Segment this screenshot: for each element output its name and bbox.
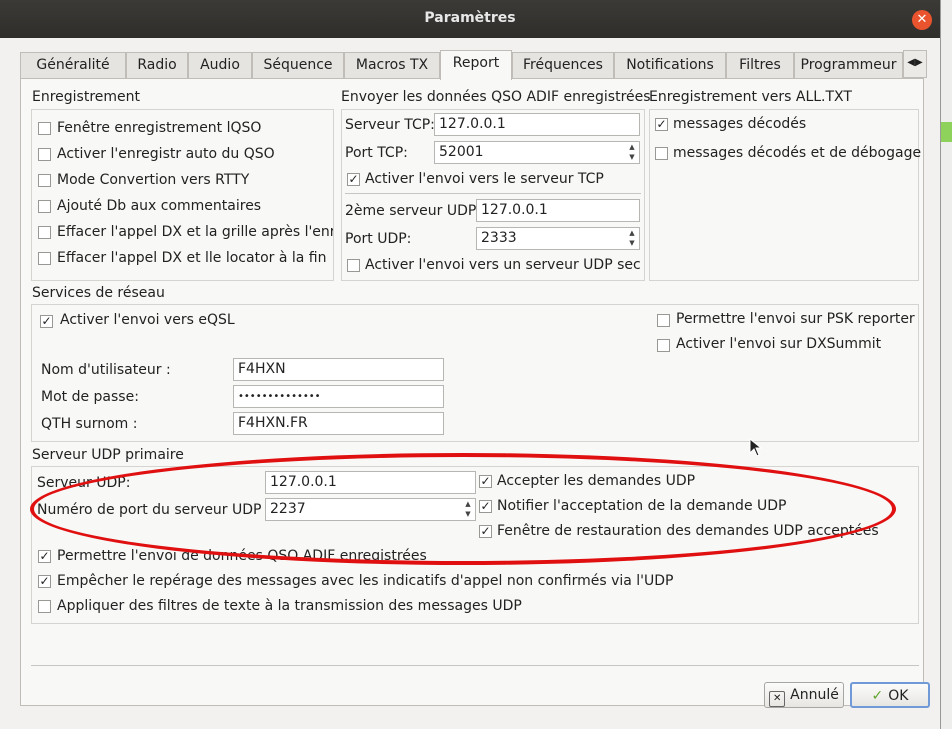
restore-udp-label: Fenêtre de restauration des demandes UDP… <box>497 523 879 539</box>
tcp-port-spin-icon[interactable]: ▲ ▼ <box>625 142 639 163</box>
tab-scroll-arrows[interactable]: ◀▶ <box>903 50 927 78</box>
udp-port-input[interactable]: 2333 ▲ ▼ <box>476 227 640 250</box>
eqsl-checkbox[interactable]: ✓ <box>40 315 53 328</box>
text-filters-checkbox[interactable] <box>38 600 51 613</box>
logging-checkbox-0[interactable] <box>38 122 51 135</box>
udp-enable-label: Activer l'envoi vers un serveur UDP seco… <box>365 257 641 273</box>
tab-generalites[interactable]: Généralité <box>20 52 126 78</box>
alltxt-checkbox-1[interactable] <box>655 147 668 160</box>
logging-checkbox-3[interactable] <box>38 200 51 213</box>
udp2-input[interactable]: 127.0.0.1 <box>476 199 640 222</box>
bottom-separator <box>31 665 919 666</box>
tcp-server-label: Serveur TCP: <box>345 117 435 133</box>
udp2-label: 2ème serveur UDP <box>345 203 477 219</box>
tab-frequences[interactable]: Fréquences <box>512 52 614 78</box>
logging-label-4: Effacer l'appel DX et la grille après l'… <box>57 224 333 240</box>
dxsummit-label: Activer l'envoi sur DXSummit <box>676 336 882 352</box>
alltxt-label-0: messages décodés <box>673 116 807 132</box>
tab-sequence[interactable]: Séquence <box>252 52 344 78</box>
udp-enable-checkbox[interactable] <box>347 259 360 272</box>
udp-primary-group-title: Serveur UDP primaire <box>32 447 184 463</box>
udp-server-port-input[interactable]: 2237 ▲ ▼ <box>265 498 476 521</box>
alltxt-checkbox-0[interactable]: ✓ <box>655 118 668 131</box>
ok-button[interactable]: ✓ OK <box>850 682 930 708</box>
password-label: Mot de passe: <box>41 389 139 405</box>
cancel-button[interactable]: ✕ Annulé <box>764 682 844 708</box>
password-input[interactable]: •••••••••••••• <box>233 385 444 408</box>
tab-bar: Généralité Radio Audio Séquence Macros T… <box>20 50 920 80</box>
udp-server-label: Serveur UDP: <box>37 475 131 491</box>
logging-checkbox-4[interactable] <box>38 226 51 239</box>
adif-group-title: Envoyer les données QSO ADIF enregistrée… <box>341 89 651 105</box>
restore-udp-checkbox[interactable]: ✓ <box>479 525 492 538</box>
notify-udp-checkbox[interactable]: ✓ <box>479 500 492 513</box>
tcp-server-input[interactable]: 127.0.0.1 <box>434 113 640 136</box>
tab-macros-tx[interactable]: Macros TX <box>344 52 440 78</box>
tab-audio[interactable]: Audio <box>188 52 252 78</box>
psk-checkbox[interactable] <box>657 314 670 327</box>
tcp-port-input[interactable]: 52001 ▲ ▼ <box>434 141 640 164</box>
tab-report[interactable]: Report <box>440 50 512 80</box>
accept-udp-label: Accepter les demandes UDP <box>497 473 696 489</box>
udp-port-spin-icon[interactable]: ▲ ▼ <box>625 228 639 249</box>
cancel-label: Annulé <box>790 687 839 703</box>
udp-server-port-value: 2237 <box>270 501 306 517</box>
udp-port-value: 2333 <box>481 230 517 246</box>
tcp-enable-checkbox[interactable]: ✓ <box>347 173 360 186</box>
settings-dialog: Paramètres ✕ Généralité Radio Audio Séqu… <box>0 0 941 729</box>
udp-server-port-label: Numéro de port du serveur UDP : <box>37 502 271 518</box>
udp-port-label: Port UDP: <box>345 231 412 247</box>
window-title: Paramètres <box>424 10 516 26</box>
logging-checkbox-5[interactable] <box>38 252 51 265</box>
logging-label-0: Fenêtre enregistrement lQSO <box>57 120 262 136</box>
qth-input[interactable]: F4HXN.FR <box>233 412 444 435</box>
username-label: Nom d'utilisateur : <box>41 362 171 378</box>
text-filters-label: Appliquer des filtres de texte à la tran… <box>57 598 522 614</box>
tab-notifications[interactable]: Notifications <box>614 52 726 78</box>
logging-group-title: Enregistrement <box>32 89 141 105</box>
logging-label-5: Effacer l'appel DX et lle locator à la f… <box>57 250 327 266</box>
logging-label-3: Ajouté Db aux commentaires <box>57 198 262 214</box>
mouse-cursor-icon <box>749 438 763 457</box>
logging-label-2: Mode Convertion vers RTTY <box>57 172 250 188</box>
alltxt-group <box>649 109 919 281</box>
network-group-title: Services de réseau <box>32 285 165 301</box>
udp-server-port-spin-icon[interactable]: ▲ ▼ <box>461 499 475 520</box>
close-icon[interactable]: ✕ <box>912 10 932 30</box>
logging-checkbox-2[interactable] <box>38 174 51 187</box>
notify-udp-label: Notifier l'acceptation de la demande UDP <box>497 498 787 514</box>
dxsummit-checkbox[interactable] <box>657 339 670 352</box>
accept-udp-checkbox[interactable]: ✓ <box>479 475 492 488</box>
udp-adif-label: Permettre l'envoi de données QSO ADIF en… <box>57 548 427 564</box>
logging-checkbox-1[interactable] <box>38 148 51 161</box>
adif-separator <box>345 193 641 194</box>
cancel-icon: ✕ <box>769 691 786 707</box>
eqsl-label: Activer l'envoi vers eQSL <box>60 312 235 328</box>
prevent-spotting-label: Empêcher le repérage des messages avec l… <box>57 573 674 589</box>
username-input[interactable]: F4HXN <box>233 358 444 381</box>
tab-filtres[interactable]: Filtres <box>726 52 794 78</box>
ok-label: OK <box>888 688 909 704</box>
title-bar[interactable]: Paramètres ✕ <box>0 0 940 38</box>
tcp-port-value: 52001 <box>439 144 484 160</box>
psk-label: Permettre l'envoi sur PSK reporter <box>676 311 915 327</box>
alltxt-label-1: messages décodés et de débogage <box>673 145 922 161</box>
alltxt-group-title: Enregistrement vers ALL.TXT <box>649 89 852 105</box>
report-pane: Enregistrement Fenêtre enregistrement lQ… <box>20 78 924 706</box>
tab-programmeur[interactable]: Programmeur <box>794 52 903 78</box>
udp-server-input[interactable]: 127.0.0.1 <box>265 471 476 494</box>
tcp-port-label: Port TCP: <box>345 145 408 161</box>
tab-radio[interactable]: Radio <box>126 52 188 78</box>
udp-adif-checkbox[interactable]: ✓ <box>38 550 51 563</box>
prevent-spotting-checkbox[interactable]: ✓ <box>38 575 51 588</box>
check-icon: ✓ <box>871 688 884 704</box>
tcp-enable-label: Activer l'envoi vers le serveur TCP <box>365 171 604 187</box>
logging-label-1: Activer l'enregistr auto du QSO <box>57 146 275 162</box>
qth-label: QTH surnom : <box>41 416 138 432</box>
